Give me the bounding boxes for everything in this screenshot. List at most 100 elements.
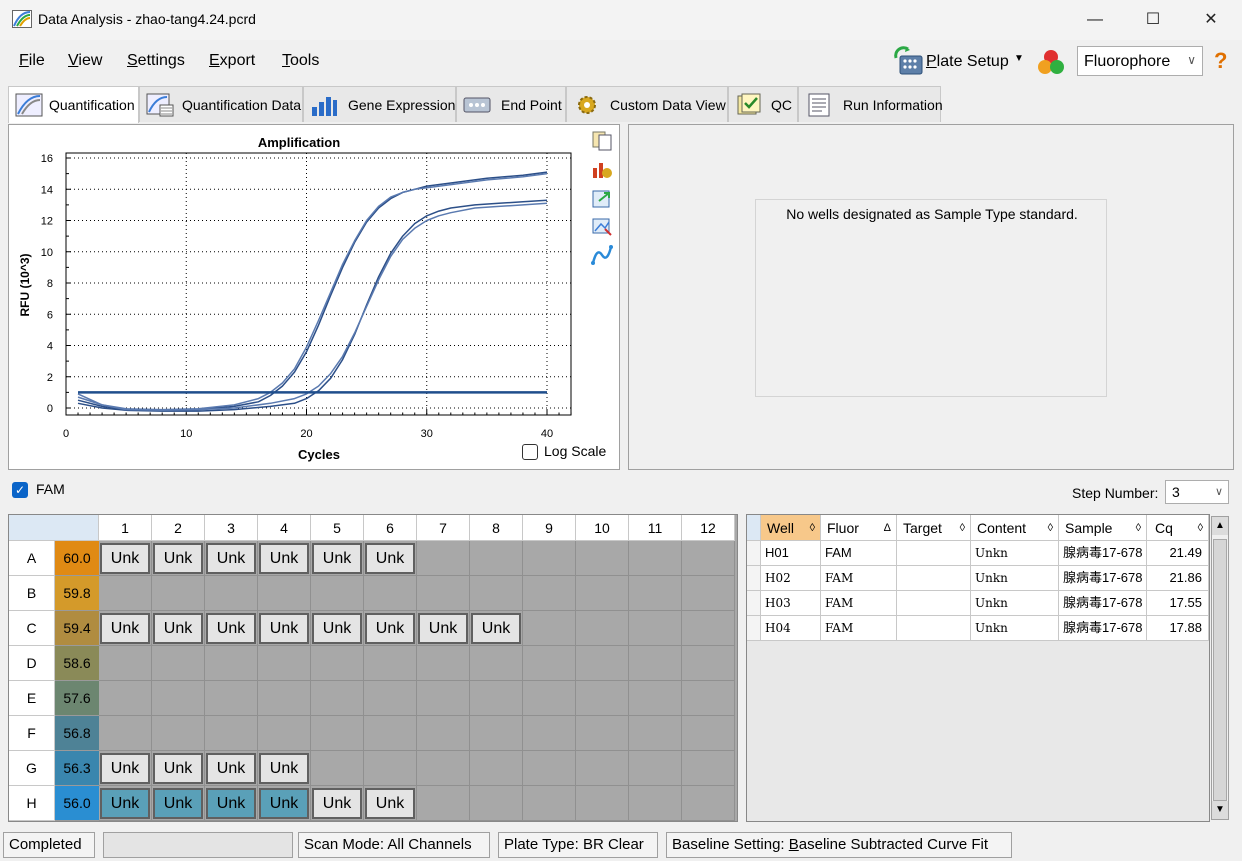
scroll-down-icon[interactable]: ▼ (1212, 801, 1228, 819)
well-content-label[interactable]: Unk (312, 613, 362, 644)
table-header-sample[interactable]: Sample ◊ (1059, 515, 1147, 541)
plate-well[interactable] (258, 681, 311, 716)
plate-well[interactable] (523, 716, 576, 751)
plate-well[interactable] (417, 786, 470, 821)
well-content-label[interactable]: Unk (100, 788, 150, 819)
tab-custom-data-view[interactable]: Custom Data View (566, 86, 728, 122)
plate-well[interactable] (682, 541, 735, 576)
plate-well[interactable] (576, 576, 629, 611)
plate-well[interactable] (311, 681, 364, 716)
plate-column-header[interactable]: 3 (205, 515, 258, 541)
fam-checkbox[interactable]: ✓ (12, 482, 28, 498)
plate-well[interactable] (205, 576, 258, 611)
plate-well[interactable] (523, 646, 576, 681)
well-content-label[interactable]: Unk (312, 788, 362, 819)
plate-well[interactable] (523, 751, 576, 786)
plate-row-header[interactable]: D (9, 646, 55, 681)
plate-row-header[interactable]: G (9, 751, 55, 786)
plate-well[interactable] (470, 541, 523, 576)
plate-well[interactable] (258, 576, 311, 611)
plate-well[interactable] (417, 716, 470, 751)
plate-well[interactable] (152, 681, 205, 716)
plate-well[interactable] (417, 681, 470, 716)
plate-column-header[interactable]: 10 (576, 515, 629, 541)
tab-quantification[interactable]: Quantification (8, 86, 139, 123)
plate-well[interactable] (205, 646, 258, 681)
plate-well[interactable] (629, 646, 682, 681)
plate-row-header[interactable]: H (9, 786, 55, 821)
plate-well[interactable] (152, 576, 205, 611)
menu-file[interactable]: File (19, 52, 45, 70)
plate-row-header[interactable]: E (9, 681, 55, 716)
plate-well[interactable] (523, 576, 576, 611)
well-content-label[interactable]: Unk (259, 788, 309, 819)
plate-column-header[interactable]: 7 (417, 515, 470, 541)
plate-row-header[interactable]: B (9, 576, 55, 611)
plate-column-header[interactable]: 4 (258, 515, 311, 541)
scroll-thumb[interactable] (1213, 539, 1227, 801)
export-chart-icon[interactable] (591, 187, 613, 209)
well-content-label[interactable]: Unk (100, 753, 150, 784)
well-content-label[interactable]: Unk (206, 613, 256, 644)
plate-well[interactable] (364, 716, 417, 751)
plate-well[interactable] (682, 646, 735, 681)
plate-well[interactable] (470, 751, 523, 786)
plate-well[interactable] (682, 751, 735, 786)
well-content-label[interactable]: Unk (100, 613, 150, 644)
plate-row-header[interactable]: C (9, 611, 55, 646)
plate-row-header[interactable]: F (9, 716, 55, 751)
copy-icon[interactable] (591, 129, 613, 151)
plate-well[interactable] (576, 611, 629, 646)
row-indicator[interactable] (747, 541, 761, 566)
plate-well[interactable] (99, 716, 152, 751)
plate-well[interactable] (523, 541, 576, 576)
plate-well[interactable] (364, 576, 417, 611)
plate-well[interactable] (576, 681, 629, 716)
table-header-fluor[interactable]: Fluor Δ (821, 515, 897, 541)
well-content-label[interactable]: Unk (418, 613, 468, 644)
plate-well[interactable] (629, 681, 682, 716)
tab-run-information[interactable]: Run Information (798, 86, 943, 122)
plate-well[interactable] (576, 716, 629, 751)
help-icon[interactable]: ? (1214, 48, 1234, 74)
plate-row-header[interactable]: A (9, 541, 55, 576)
plate-column-header[interactable]: 2 (152, 515, 205, 541)
plate-setup-button[interactable]: Plate Setup ▼ (890, 46, 1028, 78)
plate-well[interactable] (576, 541, 629, 576)
tab-end-point[interactable]: End Point (456, 86, 566, 122)
well-content-label[interactable]: Unk (100, 543, 150, 574)
plate-well[interactable] (682, 716, 735, 751)
plate-well[interactable] (470, 576, 523, 611)
menu-export[interactable]: Export (209, 52, 255, 70)
plate-well[interactable] (152, 646, 205, 681)
plate-well[interactable] (152, 716, 205, 751)
table-header-content[interactable]: Content ◊ (971, 515, 1059, 541)
well-content-label[interactable]: Unk (259, 613, 309, 644)
plate-well[interactable] (576, 786, 629, 821)
menu-view[interactable]: View (68, 52, 102, 70)
well-content-label[interactable]: Unk (365, 788, 415, 819)
plate-well[interactable] (523, 681, 576, 716)
plate-well[interactable] (417, 751, 470, 786)
curve-fit-icon[interactable] (591, 244, 613, 266)
plate-well[interactable] (99, 646, 152, 681)
plate-well[interactable] (364, 681, 417, 716)
plate-well[interactable] (311, 751, 364, 786)
well-content-label[interactable]: Unk (259, 543, 309, 574)
well-content-label[interactable]: Unk (153, 788, 203, 819)
plate-well[interactable] (629, 576, 682, 611)
zoom-chart-icon[interactable] (591, 215, 613, 237)
plate-well[interactable] (311, 646, 364, 681)
plate-column-header[interactable]: 12 (682, 515, 735, 541)
menu-tools[interactable]: Tools (282, 52, 319, 70)
chart-options-icon[interactable] (591, 158, 613, 180)
well-content-label[interactable]: Unk (153, 543, 203, 574)
plate-well[interactable] (364, 646, 417, 681)
plate-well[interactable] (576, 646, 629, 681)
plate-well[interactable] (258, 716, 311, 751)
well-content-label[interactable]: Unk (153, 613, 203, 644)
plate-column-header[interactable]: 5 (311, 515, 364, 541)
plate-well[interactable] (205, 716, 258, 751)
plate-well[interactable] (99, 576, 152, 611)
table-header-cq[interactable]: Cq ◊ (1147, 515, 1209, 541)
